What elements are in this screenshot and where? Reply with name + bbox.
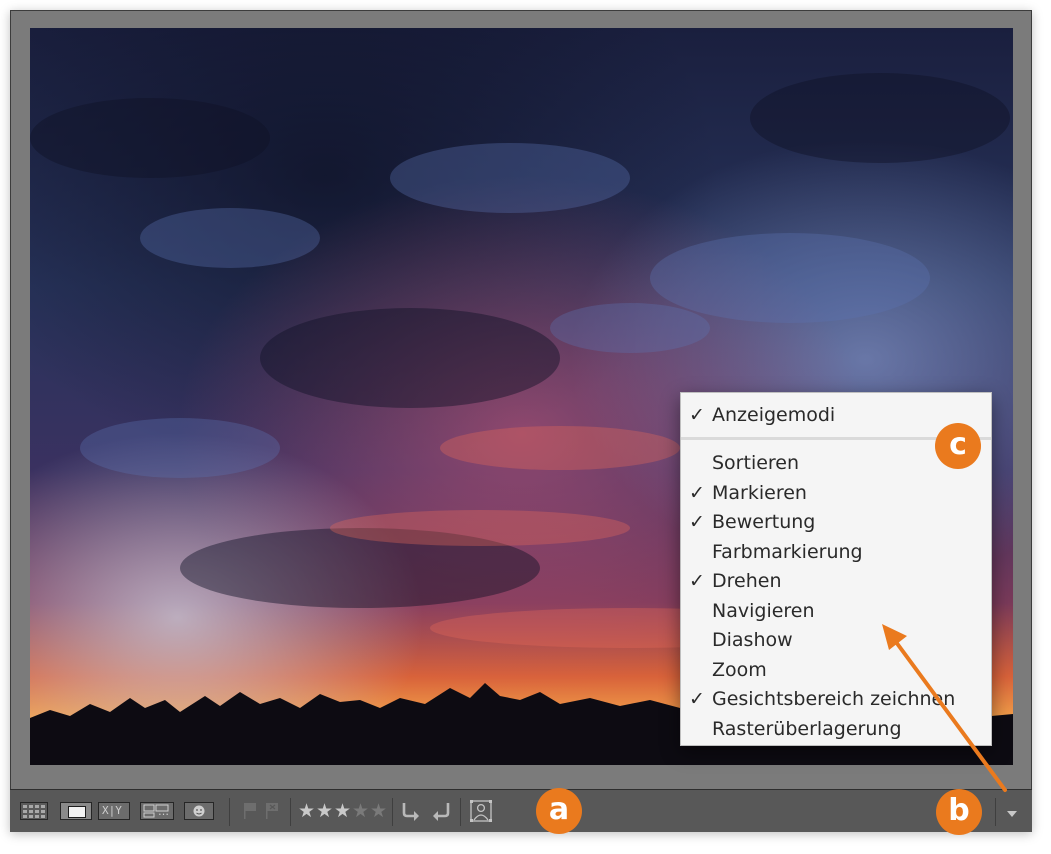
menu-item-label: Anzeigemodi bbox=[712, 404, 836, 426]
toolbar-separator bbox=[995, 798, 996, 826]
loupe-view-icon[interactable] bbox=[60, 802, 92, 820]
menu-item[interactable]: ✓ Gesichtsbereich zeichnen bbox=[681, 685, 991, 713]
survey-view-ellipsis: … bbox=[158, 805, 169, 818]
menu-check-icon: ✓ bbox=[689, 481, 705, 504]
toolbar-separator bbox=[229, 798, 230, 826]
loupe-frame bbox=[68, 806, 86, 818]
menu-item-label: Sortieren bbox=[712, 452, 800, 474]
toolbar-menu-triangle-icon[interactable] bbox=[1004, 805, 1020, 817]
menu-item-label: Drehen bbox=[712, 570, 782, 592]
grid-view-icon[interactable] bbox=[20, 802, 48, 820]
menu-item-label: Gesichtsbereich zeichnen bbox=[712, 688, 956, 710]
menu-check-icon: ✓ bbox=[689, 570, 705, 592]
menu-check-icon: ✓ bbox=[689, 511, 705, 533]
menu-item-label: Farbmarkierung bbox=[712, 540, 863, 563]
menu-item[interactable]: ✓ Markieren bbox=[681, 479, 991, 507]
bottom-toolbar: X|Y … ★ ★ ★ ★ ★ bbox=[10, 789, 1032, 832]
callout-c: c bbox=[935, 423, 981, 469]
menu-item[interactable]: ✓ Bewertung bbox=[681, 508, 991, 536]
menu-item-label: Rasterüberlagerung bbox=[712, 717, 902, 740]
star-icon[interactable]: ★ bbox=[298, 801, 315, 821]
toolbar-separator bbox=[290, 798, 291, 826]
callout-b: b bbox=[936, 789, 982, 835]
compare-view-icon[interactable]: X|Y bbox=[98, 802, 130, 820]
menu-item-label: Markieren bbox=[712, 481, 807, 504]
menu-check-icon: ✓ bbox=[689, 688, 705, 710]
rotate-left-icon[interactable] bbox=[400, 800, 422, 822]
menu-item-anzeigemodi[interactable]: ✓ Anzeigemodi bbox=[681, 401, 991, 429]
survey-view-icon[interactable]: … bbox=[140, 802, 174, 820]
menu-item[interactable]: Farbmarkierung bbox=[681, 538, 991, 566]
menu-item-label: Navigieren bbox=[712, 599, 815, 622]
star-icon[interactable]: ★ bbox=[352, 801, 369, 821]
face-region-icon[interactable] bbox=[470, 800, 492, 822]
rotate-right-icon[interactable] bbox=[430, 800, 452, 822]
callout-a: a bbox=[536, 788, 582, 834]
people-view-icon[interactable] bbox=[184, 802, 214, 820]
compare-view-label: X|Y bbox=[102, 804, 122, 817]
reject-flag-icon[interactable] bbox=[264, 802, 280, 820]
flag-icon[interactable] bbox=[242, 802, 258, 820]
menu-item-label: Zoom bbox=[712, 658, 767, 681]
star-icon[interactable]: ★ bbox=[316, 801, 333, 821]
menu-item[interactable]: ✓ Drehen bbox=[681, 567, 991, 595]
menu-item-label: Diashow bbox=[712, 629, 793, 651]
menu-item[interactable]: Zoom bbox=[681, 656, 991, 684]
toolbar-separator bbox=[392, 798, 393, 826]
menu-item[interactable]: Diashow bbox=[681, 626, 991, 654]
toolbar-separator bbox=[460, 798, 461, 826]
menu-item-label: Bewertung bbox=[712, 511, 816, 533]
menu-item[interactable]: Rasterüberlagerung bbox=[681, 715, 991, 743]
star-icon[interactable]: ★ bbox=[334, 801, 351, 821]
menu-check-icon: ✓ bbox=[689, 404, 705, 426]
menu-item[interactable]: Navigieren bbox=[681, 597, 991, 625]
star-icon[interactable]: ★ bbox=[370, 801, 387, 821]
